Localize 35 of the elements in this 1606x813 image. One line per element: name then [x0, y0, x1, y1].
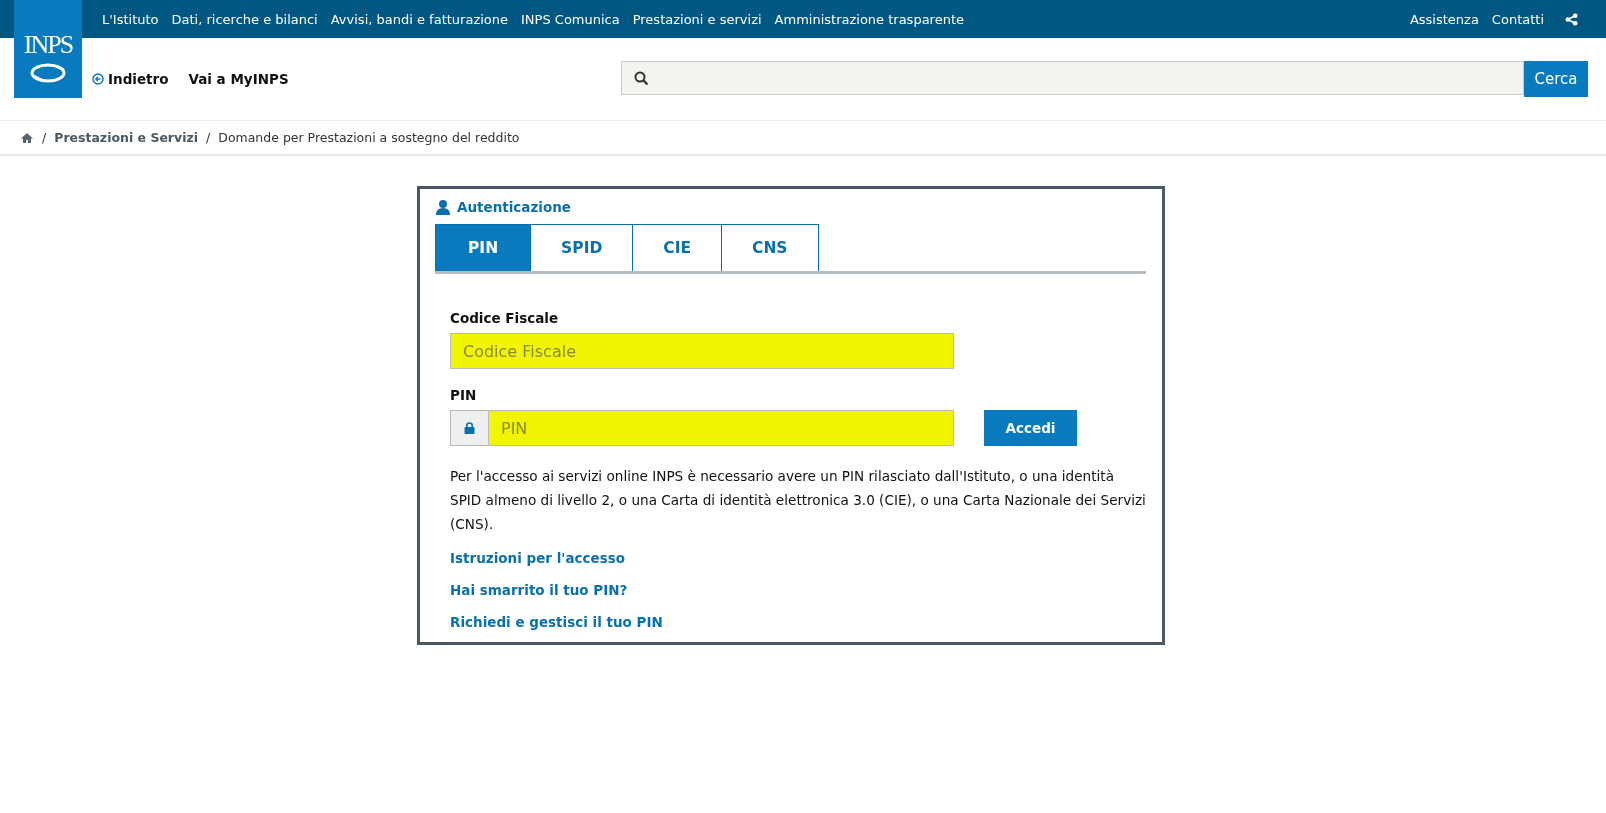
nav-link[interactable]: Assistenza	[1409, 11, 1479, 27]
search-field[interactable]	[621, 61, 1524, 95]
nav-link[interactable]: Avvisi, bandi e fatturazione	[330, 11, 508, 27]
nav-link[interactable]: INPS Comunica	[521, 11, 620, 27]
user-icon	[435, 199, 451, 215]
nav-link[interactable]: L'Istituto	[102, 11, 159, 27]
field-label: PIN	[450, 387, 478, 403]
auth-tab[interactable]: PIN	[435, 224, 532, 271]
auth-tab[interactable]: CNS	[721, 224, 819, 271]
help-link[interactable]: Istruzioni per l'accesso	[450, 550, 626, 566]
nav-link[interactable]: Dati, ricerche e bilanci	[171, 11, 318, 27]
search-button[interactable]: Cerca	[1524, 61, 1588, 97]
pin-field[interactable]: PIN	[488, 410, 954, 446]
share-icon[interactable]	[1565, 12, 1578, 26]
info-text: Per l'accesso ai servizi online INPS è necessario avere un PIN rilasciato dall'Istituto, o una identità SPID almeno di livello 2, o una Carta di identità elettronica 3.0 (CIE), o una Carta Nazionale dei Servizi (CNS).	[450, 467, 1146, 534]
logo[interactable]: INPS	[14, 0, 82, 98]
field-label: Codice Fiscale	[450, 310, 560, 326]
home-icon[interactable]	[20, 131, 34, 144]
help-link[interactable]: Hai smarrito il tuo PIN?	[450, 582, 628, 598]
lock-icon	[464, 422, 475, 434]
help-link[interactable]: Richiedi e gestisci il tuo PIN	[450, 614, 663, 630]
back-link[interactable]: Indietro	[92, 71, 169, 87]
breadcrumb-separator: /	[42, 130, 47, 145]
fiscal-code-field[interactable]: Codice Fiscale	[450, 333, 954, 369]
myinps-link[interactable]: Vai a MyINPS	[188, 71, 289, 87]
nav-link[interactable]: Prestazioni e servizi	[632, 11, 762, 27]
login-button[interactable]: Accedi	[984, 410, 1077, 446]
back-arrow-icon	[92, 73, 104, 85]
breadcrumb-link[interactable]: Prestazioni e Servizi	[54, 130, 199, 145]
card-title: Autenticazione	[457, 199, 571, 215]
nav-link[interactable]: Amministrazione trasparente	[774, 11, 964, 27]
breadcrumb-separator: /	[206, 130, 211, 145]
breadcrumb-current: Domande per Prestazioni a sostegno del reddito	[218, 130, 520, 145]
search-icon	[634, 70, 649, 86]
nav-link[interactable]: Contatti	[1491, 11, 1544, 27]
